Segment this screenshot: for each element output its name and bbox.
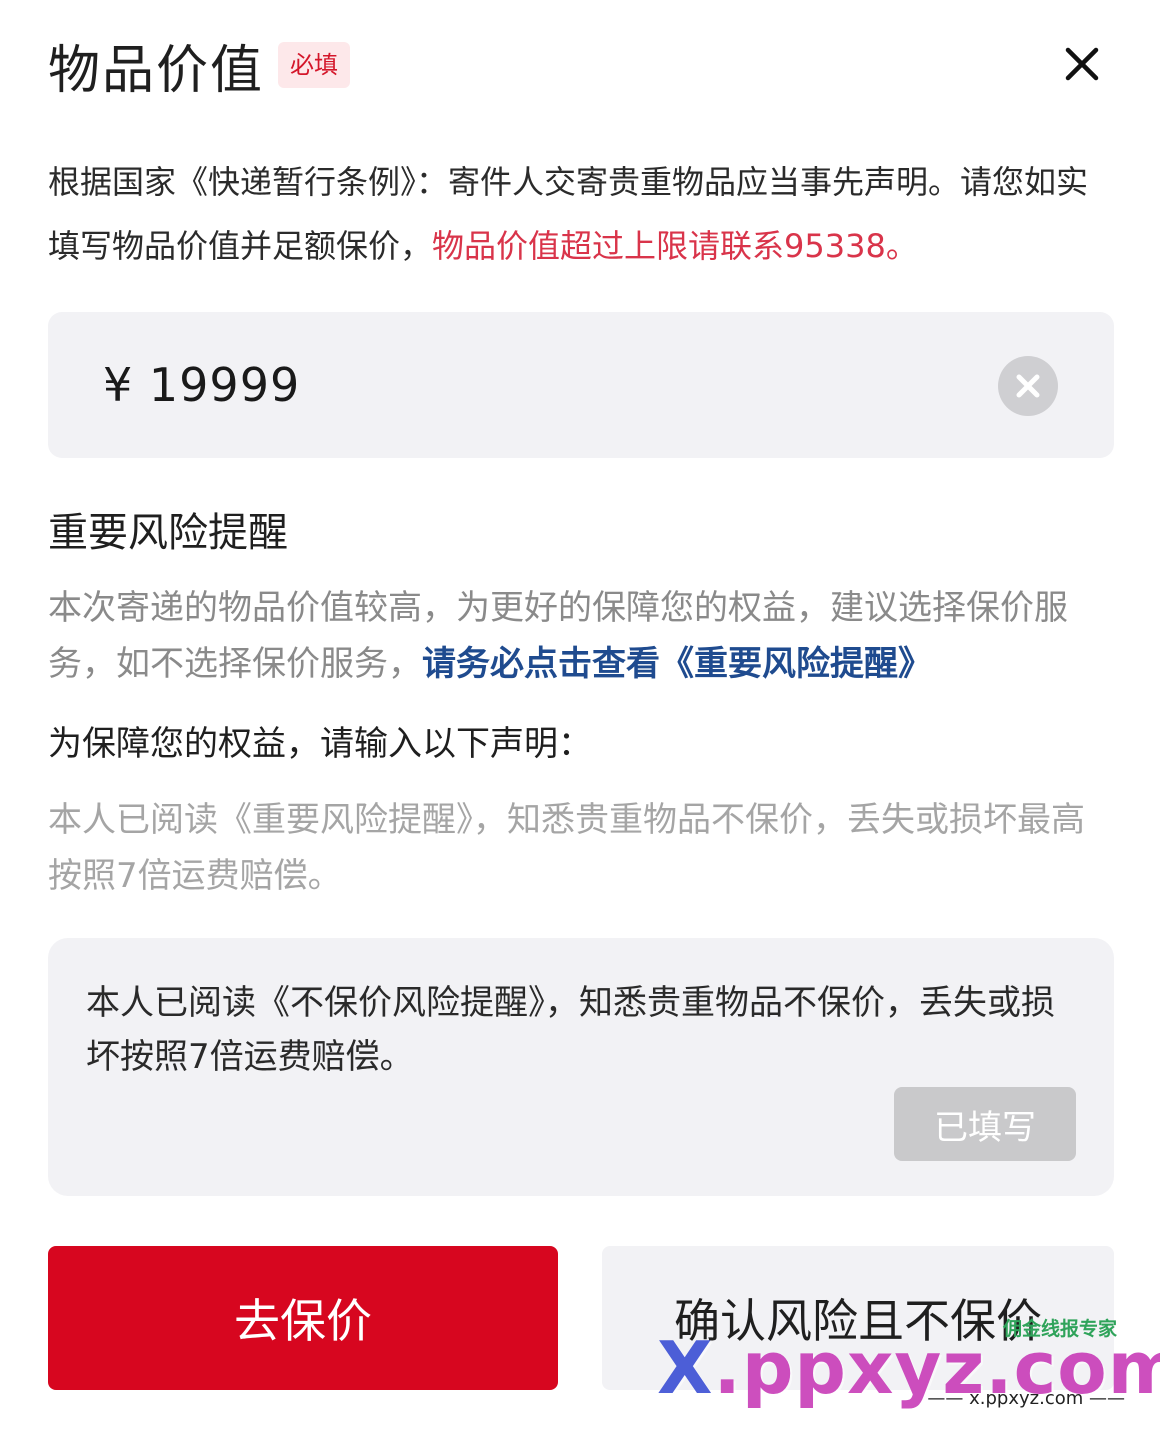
- notice-limit-warning: 物品价值超过上限请联系95338。: [432, 227, 918, 265]
- declaration-prompt: 为保障您的权益，请输入以下声明：: [48, 724, 592, 764]
- declaration-template: 本人已阅读《重要风险提醒》，知悉贵重物品不保价，丢失或损坏最高按照7倍运费赔偿。: [48, 800, 1085, 896]
- clear-value-button[interactable]: [997, 355, 1059, 417]
- risk-reminder-link[interactable]: 请务必点击查看《重要风险提醒》: [422, 644, 932, 684]
- sheet-header: 物品价值 必填: [48, 30, 1112, 101]
- declaration-input[interactable]: 本人已阅读《不保价风险提醒》，知悉贵重物品不保价，丢失或损坏按照7倍运费赔偿。: [86, 976, 1076, 1084]
- item-value-input[interactable]: ¥ 19999: [103, 358, 300, 412]
- insure-button[interactable]: 去保价: [48, 1246, 558, 1390]
- page-title: 物品价值: [48, 40, 265, 101]
- watermark-domain-x: X: [657, 1326, 714, 1410]
- close-button[interactable]: [1052, 34, 1112, 94]
- risk-section-title: 重要风险提醒: [48, 510, 288, 556]
- required-badge: 必填: [278, 42, 351, 88]
- close-icon: [1065, 47, 1099, 81]
- regulation-notice: 根据国家《快递暂行条例》：寄件人交寄贵重物品应当事先声明。请您如实填写物品价值并…: [48, 150, 1116, 278]
- insured-value-sheet: 物品价值 必填 根据国家《快递暂行条例》：寄件人交寄贵重物品应当事先声明。请您如…: [0, 0, 1160, 1437]
- item-value-field[interactable]: ¥ 19999: [48, 312, 1114, 458]
- declaration-input-box[interactable]: 本人已阅读《不保价风险提醒》，知悉贵重物品不保价，丢失或损坏按照7倍运费赔偿。 …: [48, 938, 1114, 1196]
- filled-button[interactable]: 已填写: [894, 1087, 1076, 1161]
- watermark: 佣金线报专家 X.ppxyz.com —— x.ppxyz.com ——: [655, 1308, 1160, 1428]
- risk-description: 本次寄递的物品价值较高，为更好的保障您的权益，建议选择保价服务，如不选择保价服务…: [48, 580, 1116, 692]
- clear-icon: [998, 356, 1058, 416]
- watermark-small-url: —— x.ppxyz.com ——: [927, 1388, 1125, 1409]
